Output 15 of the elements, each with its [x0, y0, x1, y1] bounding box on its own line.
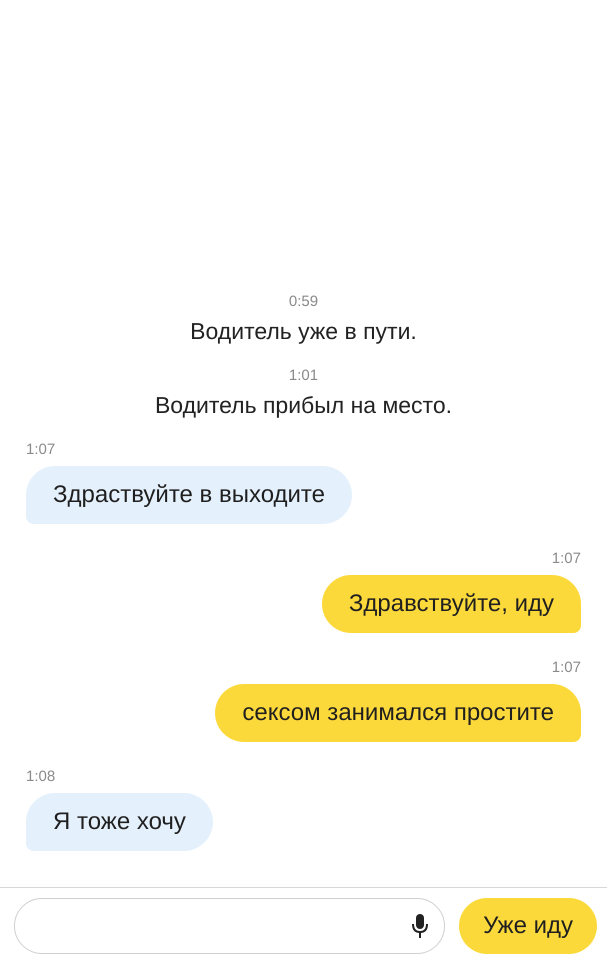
- incoming-message: Здраствуйте в выходите: [26, 466, 352, 524]
- message-time: 1:08: [26, 768, 56, 785]
- message-input-field[interactable]: [14, 898, 446, 954]
- outgoing-message: Здравствуйте, иду: [322, 575, 581, 633]
- message-time: 1:07: [552, 550, 581, 567]
- quick-reply-button[interactable]: Уже иду: [459, 898, 597, 954]
- incoming-message: Я тоже хочу: [26, 793, 213, 851]
- message-time: 1:07: [552, 659, 581, 676]
- system-message: Водитель прибыл на место.: [154, 392, 452, 419]
- outgoing-message: сексом занимался простите: [215, 684, 581, 742]
- microphone-icon[interactable]: [412, 913, 428, 939]
- message-time: 0:59: [288, 293, 318, 310]
- system-message: Водитель уже в пути.: [190, 318, 417, 345]
- message-time: 1:01: [288, 367, 318, 384]
- message-time: 1:07: [26, 441, 56, 458]
